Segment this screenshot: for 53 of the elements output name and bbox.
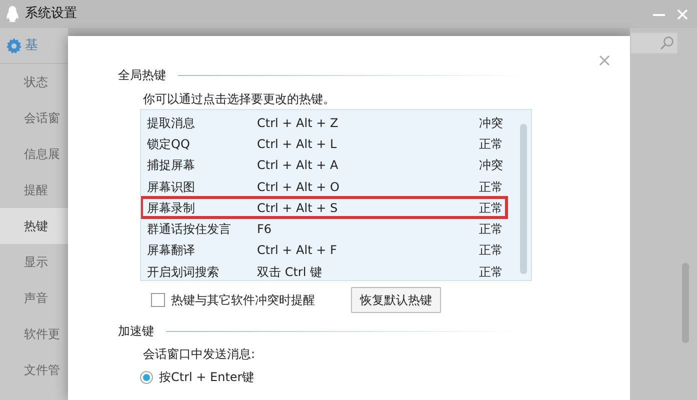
hotkey-name: 提取消息 (147, 114, 196, 132)
hotkey-keys: F6 (257, 220, 479, 238)
hotkey-status: 冲突 (479, 114, 503, 132)
hotkey-name: 屏幕翻译 (147, 242, 196, 260)
hotkey-row[interactable]: 开启划词搜索 双击 Ctrl 键 正常 (141, 261, 507, 280)
radio-button[interactable] (140, 370, 153, 384)
sidebar-item[interactable]: 会话窗 (0, 100, 68, 136)
penguin-icon (6, 6, 19, 22)
hotkey-status: 正常 (479, 136, 503, 153)
hotkey-status: 正常 (479, 178, 503, 196)
sidebar-item[interactable]: 显示 (0, 244, 68, 280)
hotkey-name: 屏幕录制 (147, 200, 196, 217)
hotkey-status: 正常 (479, 200, 503, 217)
hotkey-status: 正常 (479, 264, 503, 280)
hotkey-status: 正常 (479, 221, 503, 238)
gear-icon (6, 38, 22, 54)
hotkey-keys: Ctrl + Alt + L (257, 134, 479, 153)
hotkey-row[interactable]: 提取消息 Ctrl + Alt + Z 冲突 (141, 112, 507, 134)
window-title: 系统设置 (25, 5, 77, 24)
hotkey-row[interactable]: 屏幕录制 Ctrl + Alt + S 正常 (141, 197, 507, 218)
minimize-icon[interactable] (653, 12, 665, 16)
hotkey-keys: Ctrl + Alt + F (257, 241, 479, 260)
hotkey-name: 屏幕识图 (147, 178, 196, 196)
checkbox-label[interactable]: 热键与其它软件冲突时提醒 (171, 291, 315, 309)
hotkey-status: 正常 (479, 242, 503, 260)
restore-defaults-button[interactable]: 恢复默认热键 (351, 287, 441, 313)
section-title: 全局热键 (118, 67, 166, 84)
hotkey-keys: Ctrl + Alt + S (257, 198, 479, 217)
hotkey-keys: Ctrl + Alt + Z (257, 114, 479, 132)
checkbox[interactable] (151, 293, 165, 307)
section-title: 加速键 (118, 323, 154, 340)
search-field[interactable] (630, 32, 678, 54)
sidebar-item[interactable]: 热键 (0, 208, 68, 244)
hotkey-row[interactable]: 群通话按住发言 F6 正常 (141, 218, 507, 240)
radio-label[interactable]: 按Ctrl + Enter键 (159, 368, 254, 386)
hotkey-name: 群通话按住发言 (147, 221, 232, 238)
hotkey-row[interactable]: 锁定QQ Ctrl + Alt + L 正常 (141, 133, 507, 155)
prompt-text: 会话窗口中发送消息: (143, 346, 256, 363)
hotkey-name: 锁定QQ (147, 136, 191, 153)
hotkey-row[interactable]: 捕捉屏幕 Ctrl + Alt + A 冲突 (141, 154, 507, 176)
hotkey-row[interactable]: 屏幕翻译 Ctrl + Alt + F 正常 (141, 240, 507, 262)
scrollbar[interactable] (520, 124, 527, 274)
search-icon (660, 36, 674, 50)
hotkey-keys: Ctrl + Alt + O (257, 178, 479, 196)
hint-text: 你可以通过点击选择要更改的热键。 (143, 91, 336, 108)
hotkey-row[interactable]: 屏幕识图 Ctrl + Alt + O 正常 (141, 176, 507, 198)
hotkey-keys: 双击 Ctrl 键 (257, 262, 479, 280)
close-icon[interactable] (677, 8, 688, 20)
hotkey-keys: Ctrl + Alt + A (257, 156, 479, 174)
hotkey-status: 冲突 (479, 157, 503, 174)
hotkey-name: 捕捉屏幕 (147, 157, 196, 174)
hotkey-name: 开启划词搜索 (147, 264, 220, 280)
scrollbar[interactable] (682, 263, 689, 343)
